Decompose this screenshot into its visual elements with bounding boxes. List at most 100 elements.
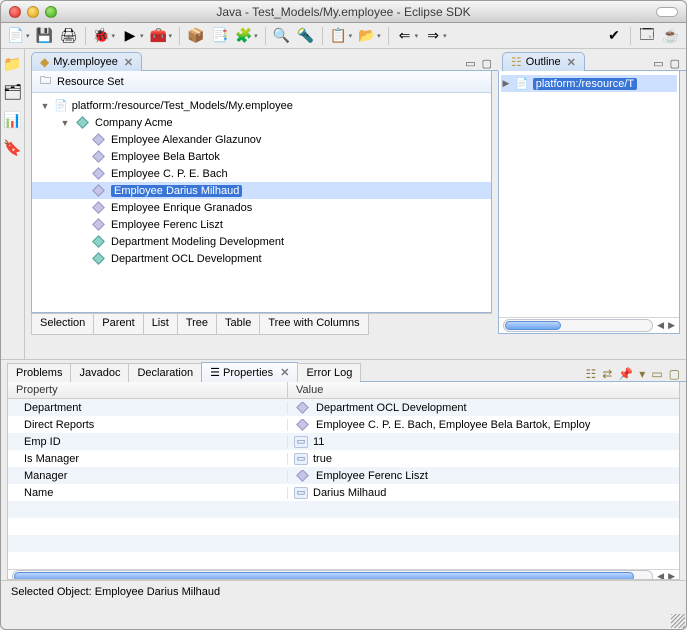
perspective-button[interactable]: 🗔 <box>636 26 658 46</box>
menu-icon[interactable]: ▾ <box>639 367 645 381</box>
new-package-button[interactable]: 📦 <box>185 26 207 46</box>
resource-tree[interactable]: ▼ 📄 platform:/resource/Test_Models/My.em… <box>32 93 491 312</box>
maximize-view-icon[interactable]: ▢ <box>670 57 680 70</box>
scrollbar-thumb[interactable] <box>505 321 561 330</box>
expand-icon[interactable]: ▼ <box>40 101 50 111</box>
minimize-view-icon[interactable]: ▭ <box>465 57 475 70</box>
tree-item-label: Employee Alexander Glazunov <box>111 134 261 146</box>
view-tab-problems[interactable]: Problems <box>7 363 71 382</box>
tree-company[interactable]: ▼ Company Acme <box>32 114 491 131</box>
external-tools-button[interactable]: 🧰 <box>148 26 170 46</box>
forward-button[interactable]: ⇒ <box>422 26 444 46</box>
property-row[interactable]: Emp ID▭11 <box>8 433 679 450</box>
scroll-left-icon[interactable]: ◀ <box>657 320 664 331</box>
open-type-button[interactable]: 🔍 <box>271 26 293 46</box>
property-row[interactable]: Is Manager▭true <box>8 450 679 467</box>
chevron-down-icon[interactable]: ▾ <box>415 32 419 40</box>
back-button[interactable]: ⇐ <box>394 26 416 46</box>
editor-mode-tab[interactable]: List <box>144 314 178 335</box>
tree-employee[interactable]: Employee Darius Milhaud <box>32 182 491 199</box>
property-column-header[interactable]: Property <box>8 382 288 398</box>
scroll-left-icon[interactable]: ◀ <box>657 571 664 580</box>
chevron-down-icon[interactable]: ▾ <box>112 32 116 40</box>
tree-department[interactable]: Department OCL Development <box>32 250 491 267</box>
view-tab-properties[interactable]: ☰ Properties ✕ <box>201 362 298 382</box>
property-row[interactable]: ManagerEmployee Ferenc Liszt <box>8 467 679 484</box>
editor-mode-tab[interactable]: Tree with Columns <box>260 314 368 335</box>
property-row[interactable]: Direct ReportsEmployee C. P. E. Bach, Em… <box>8 416 679 433</box>
new-button[interactable]: 📄 <box>5 26 27 46</box>
scrollbar-thumb[interactable] <box>14 572 634 580</box>
tree-employee[interactable]: Employee Enrique Granados <box>32 199 491 216</box>
view-tab-error-log[interactable]: Error Log <box>297 363 361 382</box>
validate-button[interactable]: ✔ <box>603 26 625 46</box>
close-icon[interactable]: ✕ <box>567 56 576 69</box>
property-row[interactable]: Name▭Darius Milhaud <box>8 484 679 501</box>
filter-icon[interactable]: ⇄ <box>602 367 612 381</box>
bookmark-icon[interactable]: 🔖 <box>3 139 22 157</box>
new-type-button[interactable]: 🧩 <box>233 26 255 46</box>
properties-scrollbar[interactable]: ◀ ▶ <box>8 569 679 580</box>
outline-item[interactable]: ▶ 📄 platform:/resource/T <box>501 75 677 92</box>
chevron-down-icon[interactable]: ▾ <box>140 32 144 40</box>
search-button[interactable]: 🔦 <box>295 26 317 46</box>
tree-employee[interactable]: Employee Ferenc Liszt <box>32 216 491 233</box>
pin-icon[interactable]: 📌 <box>618 367 633 381</box>
editor-view: 🗀 Resource Set ▼ 📄 platform:/resource/Te… <box>31 71 492 313</box>
value-column-header[interactable]: Value <box>288 382 331 398</box>
view-tab-javadoc[interactable]: Javadoc <box>70 363 129 382</box>
properties-view: Property Value DepartmentDepartment OCL … <box>7 382 680 580</box>
tab-label: Problems <box>16 367 62 379</box>
chevron-down-icon[interactable]: ▾ <box>169 32 173 40</box>
save-button[interactable]: 💾 <box>34 26 56 46</box>
maximize-view-icon[interactable]: ▢ <box>482 57 492 70</box>
navigator-icon[interactable]: 📊 <box>3 111 22 129</box>
resize-grip-icon[interactable] <box>671 614 685 628</box>
max-icon[interactable]: ▢ <box>669 367 680 381</box>
view-tab-declaration[interactable]: Declaration <box>128 363 202 382</box>
tree-icon[interactable]: ☷ <box>586 367 597 381</box>
property-value: 11 <box>313 436 324 448</box>
chevron-down-icon[interactable]: ▾ <box>443 32 447 40</box>
outline-tab-label: Outline <box>526 56 561 68</box>
min-icon[interactable]: ▭ <box>651 367 662 381</box>
minimize-view-icon[interactable]: ▭ <box>653 57 663 70</box>
property-row[interactable]: DepartmentDepartment OCL Development <box>8 399 679 416</box>
hierarchy-icon[interactable]: 🗂 <box>3 83 22 101</box>
property-name: Department <box>8 402 288 414</box>
scroll-right-icon[interactable]: ▶ <box>668 571 675 580</box>
close-icon[interactable]: ✕ <box>124 56 133 69</box>
tree-root-label: platform:/resource/Test_Models/My.employ… <box>72 100 293 112</box>
print-button[interactable]: 🖨 <box>58 26 80 46</box>
editor-mode-tab[interactable]: Tree <box>178 314 217 335</box>
close-icon[interactable]: ✕ <box>280 367 289 379</box>
chevron-down-icon[interactable]: ▾ <box>254 32 258 40</box>
outline-scrollbar[interactable]: ◀ ▶ <box>499 317 679 333</box>
tree-department[interactable]: Department Modeling Development <box>32 233 491 250</box>
tree-employee[interactable]: Employee C. P. E. Bach <box>32 165 491 182</box>
editor-mode-tab[interactable]: Table <box>217 314 260 335</box>
toolbar-toggle-icon[interactable] <box>656 7 678 17</box>
editor-tab[interactable]: ◆ My.employee ✕ <box>31 52 142 71</box>
expand-icon[interactable]: ▶ <box>501 78 511 89</box>
editor-mode-tab[interactable]: Selection <box>31 314 94 335</box>
tree-root[interactable]: ▼ 📄 platform:/resource/Test_Models/My.em… <box>32 97 491 114</box>
outline-item-label: platform:/resource/T <box>533 78 637 90</box>
tree-employee[interactable]: Employee Bela Bartok <box>32 148 491 165</box>
chevron-down-icon[interactable]: ▾ <box>26 32 30 40</box>
java-perspective-button[interactable]: ☕ <box>660 26 682 46</box>
package-explorer-icon[interactable]: 📁 <box>3 55 22 73</box>
editor-mode-tab[interactable]: Parent <box>94 314 143 335</box>
scroll-right-icon[interactable]: ▶ <box>668 320 675 331</box>
debug-button[interactable]: 🐞 <box>91 26 113 46</box>
copy-button[interactable]: 📋 <box>328 26 350 46</box>
chevron-down-icon[interactable]: ▾ <box>377 32 381 40</box>
run-button[interactable]: ▶ <box>119 26 141 46</box>
new-class-button[interactable]: 📑 <box>209 26 231 46</box>
tree-employee[interactable]: Employee Alexander Glazunov <box>32 131 491 148</box>
expand-icon[interactable]: ▼ <box>60 118 70 128</box>
outline-tab[interactable]: ☷ Outline ✕ <box>502 52 585 71</box>
chevron-down-icon[interactable]: ▾ <box>349 32 353 40</box>
property-value: true <box>313 453 332 465</box>
paste-button[interactable]: 📂 <box>356 26 378 46</box>
